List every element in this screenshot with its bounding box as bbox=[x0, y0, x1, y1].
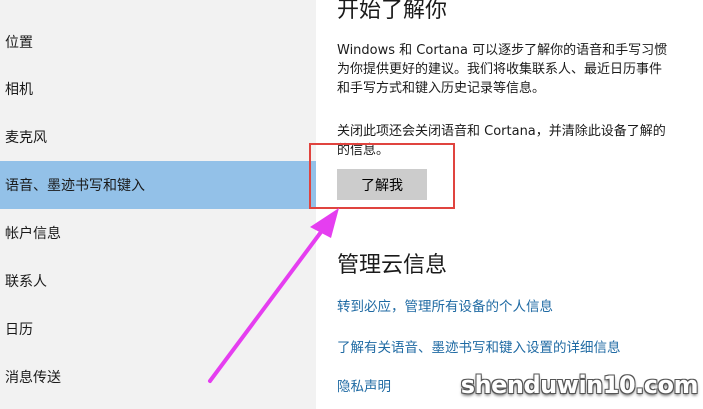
watermark-text: shenduwin10.com bbox=[460, 371, 699, 399]
settings-sidebar: 位置 相机 麦克风 语音、墨迹书写和键入 帐户信息 联系人 日历 消息传送 bbox=[0, 0, 316, 409]
sidebar-item-label: 帐户信息 bbox=[5, 226, 61, 242]
speech-inking-typing-learn-more-link[interactable]: 了解有关语音、墨迹书写和键入设置的详细信息 bbox=[337, 336, 621, 356]
description-line-1: Windows 和 Cortana 可以逐步了解你的语音和手写习惯 bbox=[337, 43, 668, 58]
section-title-getting-to-know-you: 开始了解你 bbox=[337, 0, 448, 23]
sidebar-item-messaging[interactable]: 消息传送 bbox=[0, 353, 316, 401]
sidebar-item-calendar[interactable]: 日历 bbox=[0, 305, 316, 353]
sidebar-item-location[interactable]: 位置 bbox=[0, 18, 316, 66]
sidebar-item-camera[interactable]: 相机 bbox=[0, 65, 316, 113]
sidebar-item-label: 日历 bbox=[5, 322, 33, 338]
sidebar-item-label: 相机 bbox=[5, 82, 33, 98]
section-title-manage-cloud-info: 管理云信息 bbox=[337, 253, 448, 278]
sidebar-item-account-info[interactable]: 帐户信息 bbox=[0, 209, 316, 257]
sidebar-item-microphone[interactable]: 麦克风 bbox=[0, 113, 316, 161]
sidebar-item-label: 位置 bbox=[5, 35, 33, 51]
description-line-2: 为你提供更好的建议。我们将收集联系人、最近日历事件 bbox=[337, 62, 663, 77]
note-line-1: 关闭此项还会关闭语音和 Cortana，并清除此设备了解的 bbox=[337, 124, 666, 139]
sidebar-item-label: 麦克风 bbox=[5, 130, 47, 146]
privacy-statement-link[interactable]: 隐私声明 bbox=[337, 375, 391, 395]
sidebar-item-label: 联系人 bbox=[5, 274, 47, 290]
sidebar-item-label: 语音、墨迹书写和键入 bbox=[5, 178, 145, 194]
sidebar-item-label: 消息传送 bbox=[5, 370, 61, 386]
sidebar-item-contacts[interactable]: 联系人 bbox=[0, 257, 316, 305]
bing-manage-personal-info-link[interactable]: 转到必应，管理所有设备的个人信息 bbox=[337, 295, 553, 315]
annotation-highlight-box bbox=[309, 143, 455, 209]
description-line-3: 和手写方式和键入历史记录等信息。 bbox=[337, 81, 546, 96]
sidebar-item-speech-inking-typing[interactable]: 语音、墨迹书写和键入 bbox=[0, 161, 316, 209]
